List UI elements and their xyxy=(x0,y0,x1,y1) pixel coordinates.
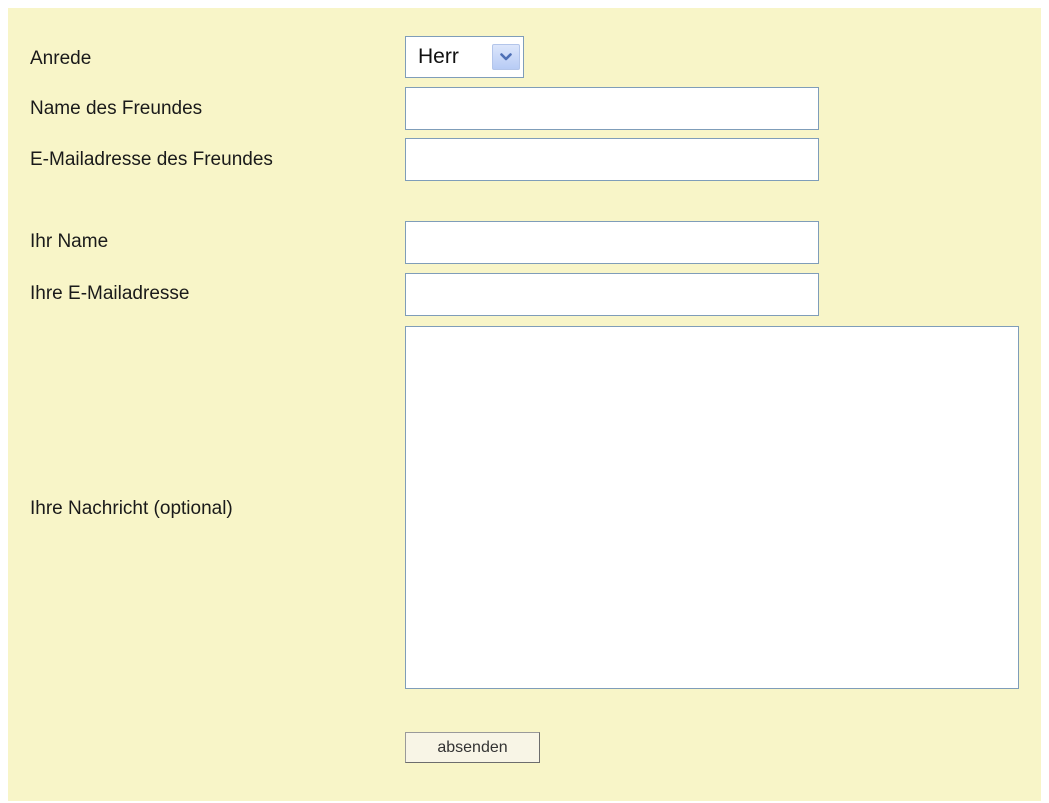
form-panel: Anrede Herr Name des Freundes E-Mailadre… xyxy=(8,8,1041,801)
chevron-down-icon[interactable] xyxy=(492,44,520,70)
friend-email-label: E-Mailadresse des Freundes xyxy=(30,149,273,170)
submit-button[interactable]: absenden xyxy=(405,732,540,763)
salutation-label: Anrede xyxy=(30,48,92,69)
your-name-label: Ihr Name xyxy=(30,231,109,252)
friend-name-label: Name des Freundes xyxy=(30,98,203,119)
your-email-input[interactable] xyxy=(405,273,819,316)
message-textarea[interactable] xyxy=(405,326,1019,689)
your-name-input[interactable] xyxy=(405,221,819,264)
friend-email-input[interactable] xyxy=(405,138,819,181)
salutation-selected-value: Herr xyxy=(418,45,459,68)
friend-name-input[interactable] xyxy=(405,87,819,130)
message-label: Ihre Nachricht (optional) xyxy=(30,498,233,519)
salutation-select[interactable]: Herr xyxy=(405,36,524,78)
your-email-label: Ihre E-Mailadresse xyxy=(30,283,190,304)
